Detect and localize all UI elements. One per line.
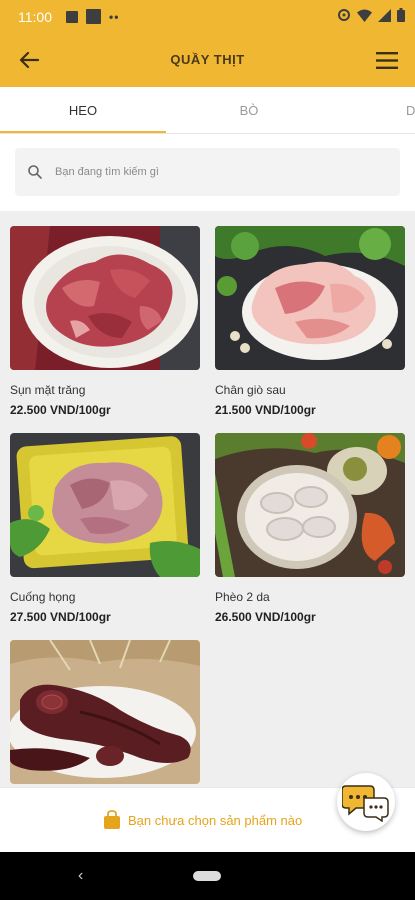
chat-bubbles-icon — [342, 785, 389, 822]
search-icon — [28, 165, 42, 179]
tab-heo[interactable]: HEO — [0, 87, 166, 133]
search-area — [0, 134, 415, 211]
product-card-cuong-hong[interactable]: Cuống họng 27.500 VND/100gr — [10, 433, 200, 624]
status-time: 11:00 — [18, 9, 52, 25]
status-bar: 11:00 •• — [0, 0, 415, 33]
battery-icon — [397, 8, 405, 22]
pork-cartilage-photo[interactable] — [10, 226, 200, 370]
tab-d[interactable]: D — [332, 87, 415, 133]
system-home-pill[interactable] — [193, 871, 221, 881]
system-navigation-bar: ‹ — [0, 852, 415, 900]
category-tabs: HEO BÒ D — [0, 87, 415, 134]
pork-hock-photo[interactable] — [215, 226, 405, 370]
more-notifications-icon: •• — [109, 9, 120, 24]
app-notification-icon — [86, 9, 101, 24]
blood-sausage-photo[interactable] — [10, 640, 200, 784]
product-grid: Sụn mặt trăng 22.500 VND/100gr Chân giò … — [0, 211, 415, 787]
product-name: Cuống họng — [10, 590, 76, 604]
signal-icon — [378, 8, 391, 22]
search-input[interactable] — [55, 148, 385, 196]
product-price: 26.500 VND/100gr — [215, 610, 316, 624]
chat-button[interactable] — [337, 773, 395, 831]
product-card-chan-gio-sau[interactable]: Chân giò sau 21.500 VND/100gr — [215, 226, 405, 417]
wifi-icon — [357, 9, 372, 22]
cart-empty-message: Bạn chưa chọn sản phẩm nào — [128, 812, 303, 828]
product-price: 21.500 VND/100gr — [215, 403, 316, 417]
active-tab-indicator — [0, 131, 166, 133]
page-title: QUẦY THỊT — [170, 52, 245, 67]
menu-button[interactable] — [373, 47, 401, 73]
product-price: 27.500 VND/100gr — [10, 610, 111, 624]
notification-icons: •• — [66, 9, 119, 24]
search-box[interactable] — [15, 148, 400, 196]
cart-status: Bạn chưa chọn sản phẩm nào — [103, 810, 302, 830]
product-card-blood-sausage[interactable] — [10, 640, 200, 784]
pork-throat-photo[interactable] — [10, 433, 200, 577]
system-icons — [337, 8, 405, 22]
product-name: Phèo 2 da — [215, 590, 270, 604]
app-bar: QUẦY THỊT — [0, 33, 415, 87]
tab-bo[interactable]: BÒ — [166, 87, 332, 133]
product-price: 22.500 VND/100gr — [10, 403, 111, 417]
hamburger-menu-icon — [376, 51, 398, 69]
pork-intestine-photo[interactable] — [215, 433, 405, 577]
product-name: Chân giò sau — [215, 383, 286, 397]
product-name: Sụn mặt trăng — [10, 383, 86, 397]
product-card-sun-mat-trang[interactable]: Sụn mặt trăng 22.500 VND/100gr — [10, 226, 200, 417]
data-saver-icon — [338, 9, 350, 21]
system-back-icon[interactable]: ‹ — [78, 867, 83, 885]
product-card-pheo-2-da[interactable]: Phèo 2 da 26.500 VND/100gr — [215, 433, 405, 624]
image-notification-icon — [66, 10, 78, 23]
shopping-bag-icon — [104, 810, 120, 829]
